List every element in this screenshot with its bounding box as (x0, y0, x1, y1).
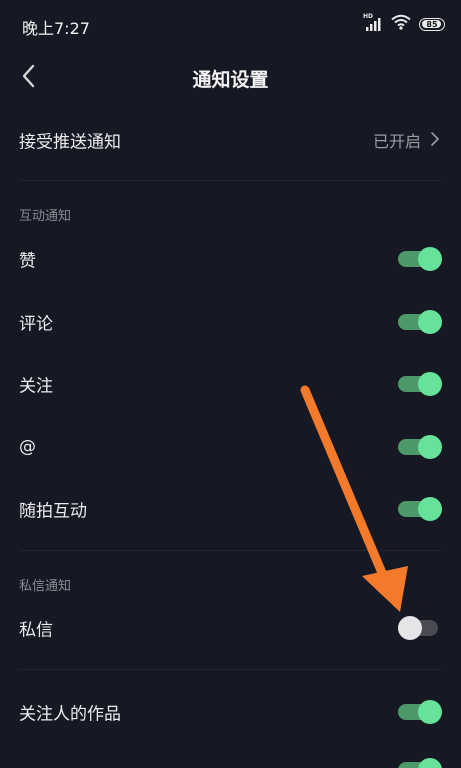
setting-row-mention: @ (0, 419, 461, 475)
section-header-message: 私信通知 (19, 579, 72, 594)
divider (19, 669, 442, 670)
toggle-knob (418, 310, 442, 334)
setting-label-like: 赞 (19, 251, 36, 272)
battery-icon: 85 (419, 17, 445, 31)
divider (19, 180, 442, 181)
setting-label-snap-interaction: 随拍互动 (19, 501, 87, 522)
push-notification-status: 已开启 (372, 132, 421, 151)
toggle-knob (418, 435, 442, 459)
setting-row-follow: 关注 (0, 356, 461, 412)
battery-level: 85 (426, 19, 438, 29)
mention-toggle[interactable] (398, 435, 442, 459)
follow-toggle[interactable] (398, 372, 442, 396)
setting-label-follow: 关注 (19, 376, 53, 397)
signal-icon: HD (363, 13, 383, 33)
network-label: HD (363, 13, 374, 20)
comment-toggle[interactable] (398, 310, 442, 334)
push-notification-label: 接受推送通知 (19, 132, 121, 153)
toggle-knob (418, 247, 442, 271)
direct-message-toggle[interactable] (398, 616, 442, 640)
toggle-knob (418, 497, 442, 521)
setting-row-direct-message: 私信 (0, 600, 461, 656)
setting-row-snap-interaction: 随拍互动 (0, 481, 461, 537)
status-time: 晚上7:27 (22, 19, 90, 38)
setting-label-comment: 评论 (19, 314, 53, 335)
screen: 晚上7:27 HD 85 通知设置 接受推送通知 已开启 互动通知 赞 评论 关… (0, 0, 461, 768)
setting-label-direct-message: 私信 (19, 620, 53, 641)
toggle-knob (398, 616, 422, 640)
setting-label-followed-works: 关注人的作品 (19, 704, 121, 725)
followed-works-toggle[interactable] (398, 700, 442, 724)
chevron-right-icon (431, 131, 439, 150)
like-toggle[interactable] (398, 247, 442, 271)
setting-label-mention: @ (19, 437, 36, 457)
section-header-interaction: 互动通知 (19, 209, 72, 224)
toggle-knob (418, 700, 442, 724)
divider (19, 550, 442, 551)
push-notification-row[interactable]: 接受推送通知 已开启 (0, 112, 461, 168)
wifi-icon (391, 14, 411, 34)
snap-interaction-toggle[interactable] (398, 497, 442, 521)
next-row-toggle[interactable] (398, 758, 442, 768)
setting-row-like: 赞 (0, 231, 461, 287)
status-icons: HD 85 (363, 13, 445, 34)
setting-row-followed-works: 关注人的作品 (0, 684, 461, 740)
status-bar: 晚上7:27 HD 85 (0, 0, 461, 50)
push-notification-value-group: 已开启 (373, 128, 439, 152)
nav-bar: 通知设置 (0, 50, 461, 106)
toggle-knob (418, 758, 442, 768)
toggle-knob (418, 372, 442, 396)
setting-row-comment: 评论 (0, 294, 461, 350)
page-title: 通知设置 (192, 69, 269, 91)
